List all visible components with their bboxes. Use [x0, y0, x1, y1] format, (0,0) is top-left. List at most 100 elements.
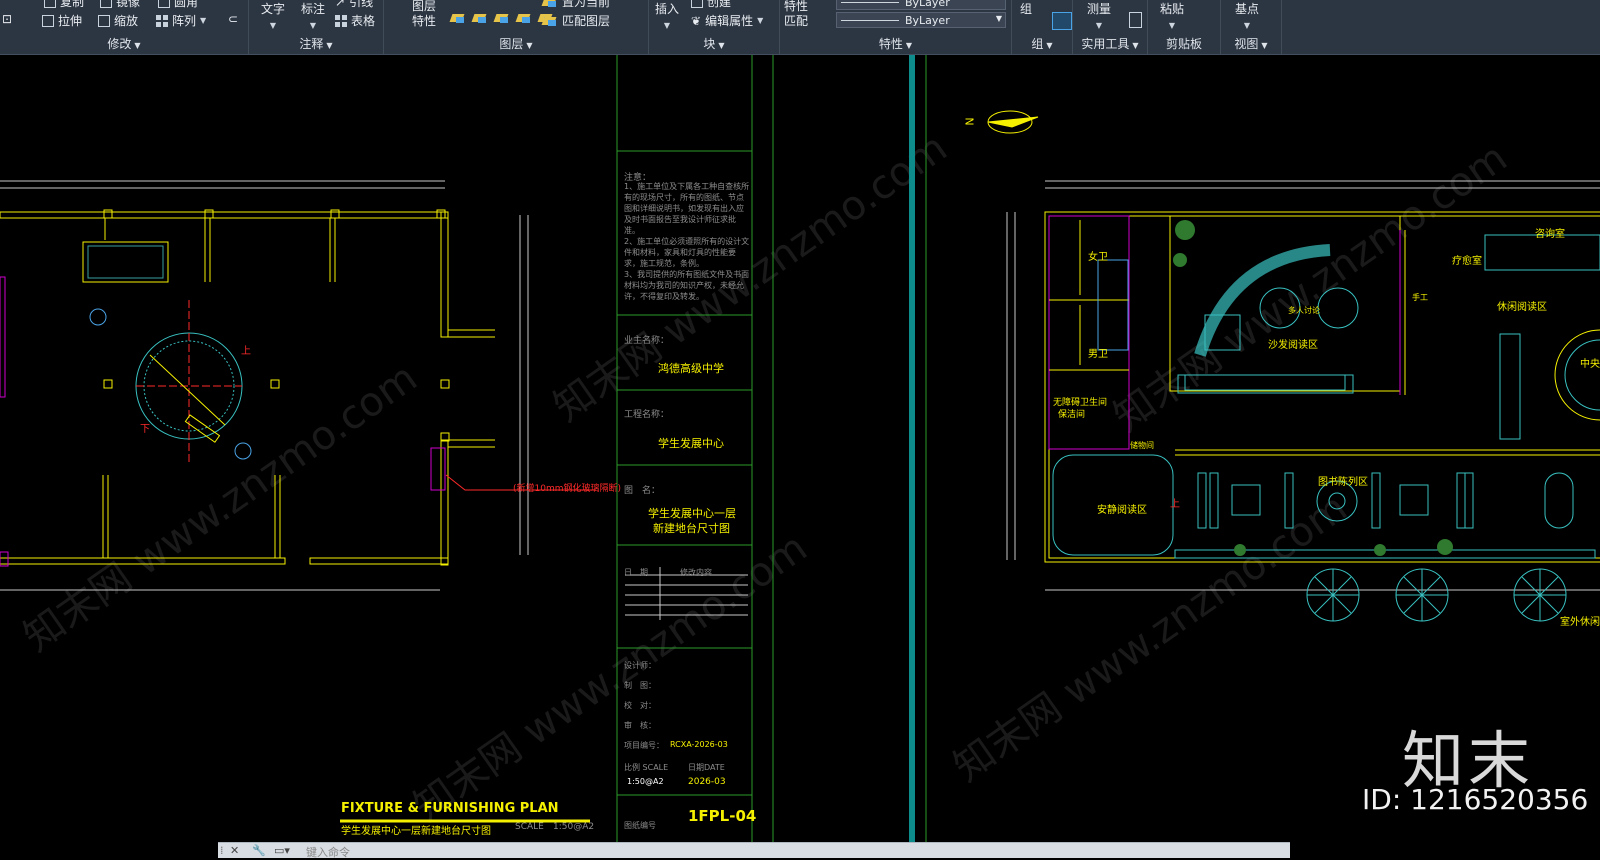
panel-title-groups[interactable]: 组 ▼: [1012, 35, 1072, 52]
command-prompt-icon[interactable]: ▭▾: [274, 844, 290, 857]
panel-title-utilities[interactable]: 实用工具 ▼: [1073, 35, 1147, 52]
room-label: 疗愈室: [1452, 256, 1482, 267]
panel-title-modify[interactable]: 修改 ▼: [0, 35, 248, 52]
panel-annotation: 文字 ▼ 标注 ▼ ↗ 引线 表格 注释 ▼: [249, 0, 384, 54]
left-floor-plan: [0, 180, 529, 591]
revision-content-header: 修改内容: [680, 568, 712, 577]
room-label: 中央阅读区: [1580, 359, 1600, 370]
offset-button[interactable]: ⊂: [228, 12, 238, 26]
chevron-down-icon: ▼: [1243, 21, 1251, 30]
base-view-button[interactable]: 基点 ▼: [1235, 0, 1259, 31]
command-drag-handle[interactable]: ⁞: [220, 844, 224, 857]
room-label: 保洁间: [1058, 410, 1086, 420]
panel-title-view[interactable]: 视图 ▼: [1221, 35, 1281, 52]
chevron-down-icon: ▼: [134, 41, 141, 50]
room-label: 休闲阅读区: [1497, 302, 1547, 313]
layer-off-icon: [450, 12, 466, 24]
mirror-button[interactable]: 镜像: [100, 0, 140, 10]
erase-button[interactable]: ⊡: [2, 12, 12, 26]
leader-button[interactable]: ↗ 引线: [335, 0, 373, 10]
match-layer-icon: [542, 15, 558, 27]
panel-title-clipboard[interactable]: 剪贴板: [1148, 35, 1220, 52]
layer-freeze-icon: [494, 12, 510, 24]
owner-value: 鸿德高级中学: [658, 362, 724, 375]
edit-attributes-icon: ❦: [691, 13, 702, 28]
wrench-icon[interactable]: 🔧: [252, 844, 266, 857]
panel-title-layers[interactable]: 图层 ▼: [384, 35, 648, 52]
match-layer-button[interactable]: 匹配图层: [542, 12, 610, 29]
create-block-button[interactable]: 创建: [691, 0, 731, 10]
dimension-button[interactable]: 标注 ▼: [301, 0, 325, 31]
panel-view: 基点 ▼ 视图 ▼: [1221, 0, 1282, 54]
lineweight-select[interactable]: ByLayer ▼: [836, 12, 1006, 28]
erase-icon: ⊡: [2, 12, 13, 26]
paste-button[interactable]: 粘贴 ▼: [1160, 0, 1184, 31]
chevron-down-icon: ▼: [526, 41, 533, 50]
room-label: 男卫: [1088, 349, 1108, 360]
room-label: 安静阅读区: [1097, 505, 1147, 516]
room-label: 女卫: [1088, 252, 1108, 263]
chevron-down-icon: ▼: [1261, 41, 1268, 50]
fillet-icon: [158, 0, 170, 8]
scale-button[interactable]: 缩放: [98, 12, 138, 29]
date-label: 日期DATE: [688, 763, 725, 772]
layer-properties-button[interactable]: 图层 特性: [412, 0, 436, 29]
revision-date-header: 日 期: [624, 568, 648, 577]
layer-lock-icon: [516, 12, 532, 24]
reviewer-label: 审 核：: [624, 721, 656, 730]
ribbon: 复制 镜像 圆角 拉伸 缩放 阵列 ▼ ⊂ ⊡ 修改 ▼ 文字 ▼ 标注 ▼ ↗ 引线 表…: [0, 0, 1600, 55]
fillet-button[interactable]: 圆角: [158, 0, 198, 10]
close-icon[interactable]: ✕: [230, 844, 239, 857]
room-label: 上: [1170, 499, 1180, 510]
plan-label-up: 上: [241, 346, 251, 357]
stretch-button[interactable]: 拉伸: [42, 12, 82, 29]
table-button[interactable]: 表格: [335, 12, 375, 29]
room-label: 图书陈列区: [1318, 477, 1368, 488]
measure-button[interactable]: 测量 ▼: [1087, 0, 1111, 31]
panel-clipboard: 粘贴 ▼ 剪贴板: [1148, 0, 1221, 54]
plan-subtitle: 学生发展中心一层新建地台尺寸图: [341, 826, 491, 837]
panel-title-annotation[interactable]: 注释 ▼: [249, 35, 383, 52]
project-value: 学生发展中心: [658, 437, 724, 450]
panel-title-properties[interactable]: 特性 ▼: [780, 35, 1011, 52]
round-platform: [89, 300, 252, 465]
make-current-button[interactable]: 置为当前: [542, 0, 610, 10]
drawing-name-line2: 新建地台尺寸图: [653, 522, 730, 535]
linetype-select[interactable]: ByLayer: [836, 0, 1006, 10]
array-button[interactable]: 阵列 ▼: [156, 12, 206, 29]
chevron-down-icon: ▼: [1095, 21, 1103, 30]
glass-partition-callout: [0, 276, 595, 567]
chevron-down-icon: ▼: [905, 41, 913, 50]
edit-attributes-button[interactable]: ❦ 编辑属性 ▼: [691, 12, 763, 29]
date-value: 2026-03: [688, 777, 726, 787]
right-floor-plan: [987, 110, 1600, 622]
plan-label-down: 下: [140, 424, 150, 435]
layer-isolate-icon: [472, 12, 488, 24]
command-line[interactable]: ⁞ ✕ 🔧 ▭▾ 键入命令: [218, 842, 1290, 860]
group-select-icon[interactable]: [1052, 12, 1072, 30]
copy-button[interactable]: 复制: [44, 0, 84, 10]
match-properties-button[interactable]: 特性 匹配: [784, 0, 808, 29]
insert-button[interactable]: 插入 ▼: [655, 0, 679, 31]
table-icon: [335, 14, 347, 27]
chevron-down-icon: ▼: [269, 21, 277, 30]
chevron-down-icon: ▼: [757, 16, 764, 25]
text-button[interactable]: 文字 ▼: [261, 0, 285, 31]
layer-tools[interactable]: [450, 12, 554, 24]
room-label: 咨询室: [1535, 229, 1565, 240]
command-input[interactable]: 键入命令: [306, 844, 350, 860]
plan-title: FIXTURE & FURNISHING PLAN: [341, 801, 559, 816]
chevron-down-icon: ▼: [663, 21, 671, 30]
create-block-icon: [691, 0, 703, 8]
calculator-icon[interactable]: [1129, 12, 1142, 28]
scale-icon: [98, 14, 110, 27]
group-button[interactable]: 组: [1020, 0, 1032, 17]
chevron-down-icon: ▼: [995, 14, 1002, 23]
panel-title-block[interactable]: 块 ▼: [649, 35, 779, 52]
chevron-down-icon: ▼: [326, 41, 333, 50]
panel-layers: 图层 特性 匹配图层 置为当前 图层 ▼: [384, 0, 649, 54]
scale-label: 比例 SCALE: [624, 763, 669, 772]
chevron-down-icon: ▼: [200, 16, 207, 25]
drawing-canvas[interactable]: 知末网 www.znzmo.com 知末网 www.znzmo.com 知末网 …: [0, 55, 1600, 842]
checker-label: 校 对：: [624, 701, 656, 710]
